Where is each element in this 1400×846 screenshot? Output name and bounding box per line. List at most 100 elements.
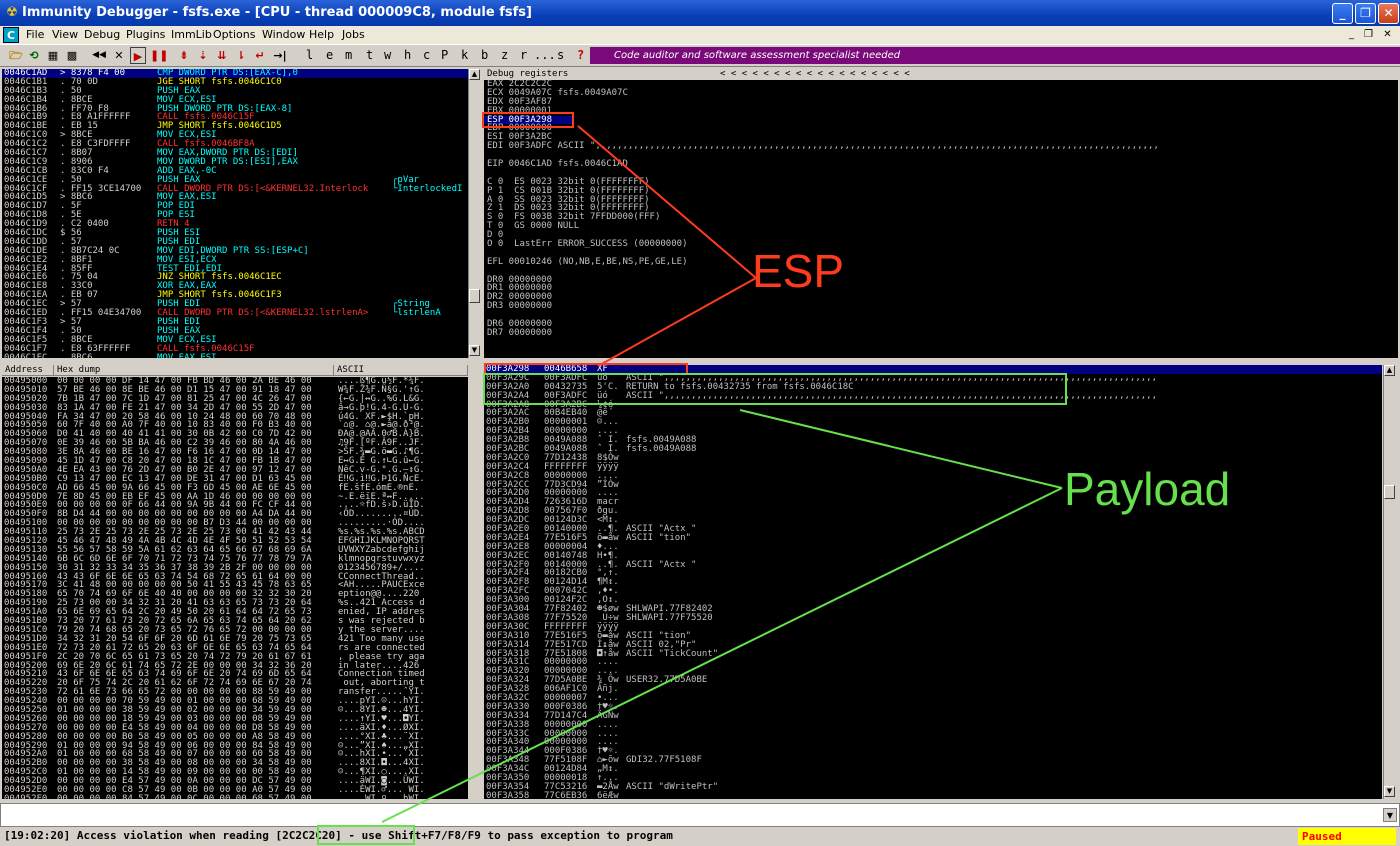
register-line: S 0 FS 003B 32bit 7FFDD000(FFF) — [487, 212, 661, 223]
disasm-comment: └lstrlenA — [392, 308, 441, 319]
stack-row: 00F3A32C 00000007 •... — [484, 694, 1382, 703]
registers-pane[interactable]: EAX 2C2C2C2C ECX 0049A07C fsfs.0049A07C ED… — [484, 80, 1398, 358]
stack-pane[interactable]: 00F3A298 0046B658 XF 00F3A29C 00F3ADFC ü­ó ASC… — [484, 365, 1382, 799]
registers-nav-arrows[interactable]: < < < < < < < < < < < < < < < < < < — [720, 69, 910, 80]
registers-header[interactable]: Debug registers < < < < < < < < < < < < … — [484, 69, 1398, 80]
immunity-app-icon: ☢ — [6, 5, 18, 20]
close-file-icon[interactable]: ▦ — [45, 47, 61, 64]
register-line: EFL 00010246 (NO,NB,E,BE,NS,PE,GE,LE) — [487, 256, 688, 267]
menu-immlib[interactable]: ImmLib — [171, 28, 212, 41]
goto-icon[interactable]: →| — [270, 47, 290, 64]
stack-row: 00F3A348 77F5108F ⌂►õw GDI32.77F5108F — [484, 756, 1382, 765]
disasm-row[interactable]: 0046C1FC . 8BC6 MOV EAX,ESI — [2, 353, 468, 358]
toolbar-log-window-button[interactable]: l — [306, 48, 313, 62]
trace-into-icon[interactable]: ⇊ — [214, 47, 230, 64]
stack-row: 00F3A338 00000000.... — [484, 720, 1382, 730]
scroll-up-arrow-icon[interactable]: ▲ — [1384, 365, 1395, 376]
dump-hex-header[interactable]: Hex dump — [54, 365, 334, 376]
status-bar: [19:02:20] Access violation when reading… — [0, 827, 1400, 846]
toolbar-cpu-button[interactable]: c — [423, 48, 430, 62]
stack-scrollbar[interactable]: ▲ ▼ — [1383, 365, 1395, 799]
toolbar-breakpoints-button[interactable]: b — [481, 48, 488, 62]
menu-jobs[interactable]: Jobs — [342, 28, 365, 41]
stack-row: 00F3A2E4 77E516F5 õ▬åw ASCII "tion" — [484, 533, 1382, 543]
run-icon[interactable]: ▶ — [130, 47, 146, 64]
menu-help[interactable]: Help — [309, 28, 334, 41]
scroll-thumb[interactable] — [1384, 485, 1395, 499]
minimize-button[interactable]: _ — [1332, 3, 1353, 24]
scroll-thumb[interactable] — [469, 289, 480, 303]
stack-comment: GDI32.77F5108F — [626, 755, 702, 766]
stack-row: 00F3A328 006AF1C0 Àñj. — [484, 685, 1382, 694]
rewind-icon[interactable]: ◀◀ — [88, 47, 110, 64]
stack-row: 00F3A2F8 00124D14 ¶M↕. — [484, 578, 1382, 587]
toolbar-run-trace-button[interactable]: ... — [534, 48, 556, 62]
stack-row: 00F3A2DC 00124D3C <M↕. — [484, 516, 1382, 525]
stack-row: 00F3A340 00000000.... — [484, 738, 1382, 747]
register-line: T 0 GS 0000 NULL — [487, 221, 580, 232]
stack-row: 00F3A2D8 007567F0 ðgu. — [484, 507, 1382, 516]
register-line — [484, 267, 1398, 276]
execute-till-return-icon[interactable]: ↵ — [252, 47, 268, 64]
log-icon[interactable]: ▩ — [64, 47, 80, 64]
menu-window[interactable]: Window — [262, 28, 305, 41]
menu-debug[interactable]: Debug — [84, 28, 120, 41]
dump-ascii: ....„WI.♀...hWI. — [338, 793, 425, 799]
stack-row: 00F3A2C4 FFFFFFFF ÿÿÿÿ — [484, 462, 1382, 472]
menu-view[interactable]: View — [52, 28, 78, 41]
command-dropdown-icon[interactable]: ▼ — [1383, 808, 1397, 822]
disassembly-pane[interactable]: 0046C1AD > 8378 F4 00 CMP DWORD PTR DS:[EA… — [2, 69, 468, 358]
stop-icon[interactable]: ✕ — [111, 47, 127, 64]
open-icon[interactable]: 🗁 — [8, 47, 24, 64]
toolbar-handles-button[interactable]: h — [404, 48, 411, 62]
pause-icon[interactable]: ❚❚ — [150, 47, 168, 64]
toolbar-windows-button[interactable]: w — [384, 48, 391, 62]
dump-address-header[interactable]: Address — [2, 365, 54, 376]
toolbar-memory-map-button[interactable]: m — [345, 48, 352, 62]
toolbar-help-button[interactable]: ? — [577, 48, 584, 62]
stack-row: 00F3A2D4 7263616D macr — [484, 498, 1382, 507]
scroll-up-arrow-icon[interactable]: ▲ — [469, 69, 480, 80]
restart-icon[interactable]: ⟲ — [26, 47, 42, 64]
stack-comment: SHLWAPI.77F75520 — [626, 612, 713, 623]
stack-row: 00F3A2FC 0007042C ,♦•. — [484, 587, 1382, 596]
step-into-icon[interactable]: ⇟ — [176, 47, 192, 64]
stack-value: 77C6EB36 — [544, 790, 588, 799]
mdi-restore-button[interactable]: ❐ — [1361, 28, 1376, 42]
disassembly-scrollbar[interactable]: ▲ ▼ — [468, 69, 480, 358]
toolbar-threads-button[interactable]: t — [366, 48, 373, 62]
trace-over-icon[interactable]: ⇂ — [233, 47, 249, 64]
stack-comment: ASCII "TickCount" — [626, 648, 719, 659]
mdi-minimize-button[interactable]: _ — [1344, 28, 1359, 42]
payload-label: Payload — [1064, 463, 1231, 515]
maximize-button[interactable]: ❐ — [1355, 3, 1376, 24]
toolbar-references-button[interactable]: r — [520, 48, 527, 62]
job-banner[interactable]: Code auditor and software assessment spe… — [590, 47, 1400, 64]
cpu-window-icon[interactable]: C — [3, 27, 19, 43]
mdi-close-button[interactable]: ✕ — [1380, 28, 1395, 42]
register-line: EDI 00F3ADFC ASCII ",,,,,,,,,,,,,,,,,,,,… — [487, 141, 1159, 152]
register-line: DR2 00000000 — [487, 292, 553, 303]
register-line: EBX 00000001 — [487, 105, 553, 116]
register-line: EBP 00000000 — [487, 123, 553, 134]
step-over-icon[interactable]: ⇣ — [195, 47, 211, 64]
dump-ascii-header[interactable]: ASCII — [334, 365, 468, 376]
registers-title: Debug registers — [487, 69, 569, 79]
stack-comment: ASCII "Actx " — [626, 559, 697, 570]
scroll-down-arrow-icon[interactable]: ▼ — [469, 345, 480, 356]
toolbar-call-stack-button[interactable]: k — [461, 48, 468, 62]
toolbar-executable-modules-button[interactable]: e — [326, 48, 333, 62]
toolbar-patches-button[interactable]: P — [441, 48, 448, 62]
menu-plugins[interactable]: Plugins — [126, 28, 165, 41]
command-input[interactable]: ▼ — [0, 803, 1400, 827]
menu-file[interactable]: File — [26, 28, 44, 41]
stack-row: 00F3A31C 00000000.... — [484, 658, 1382, 667]
stack-row: 00F3A2EC 00140748 H•¶. — [484, 551, 1382, 561]
hex-dump-pane[interactable]: 00495000 00 00 00 00 DF 14 47 00 FB BD 46… — [2, 377, 468, 799]
toolbar-hw-breakpoints-button[interactable]: z — [501, 48, 508, 62]
close-button[interactable]: ✕ — [1378, 3, 1399, 24]
menu-options[interactable]: Options — [213, 28, 255, 41]
scroll-down-arrow-icon[interactable]: ▼ — [1384, 786, 1395, 797]
menu-bar: C File View Debug Plugins ImmLib Options… — [0, 26, 1400, 45]
toolbar-source-button[interactable]: s — [557, 48, 564, 62]
